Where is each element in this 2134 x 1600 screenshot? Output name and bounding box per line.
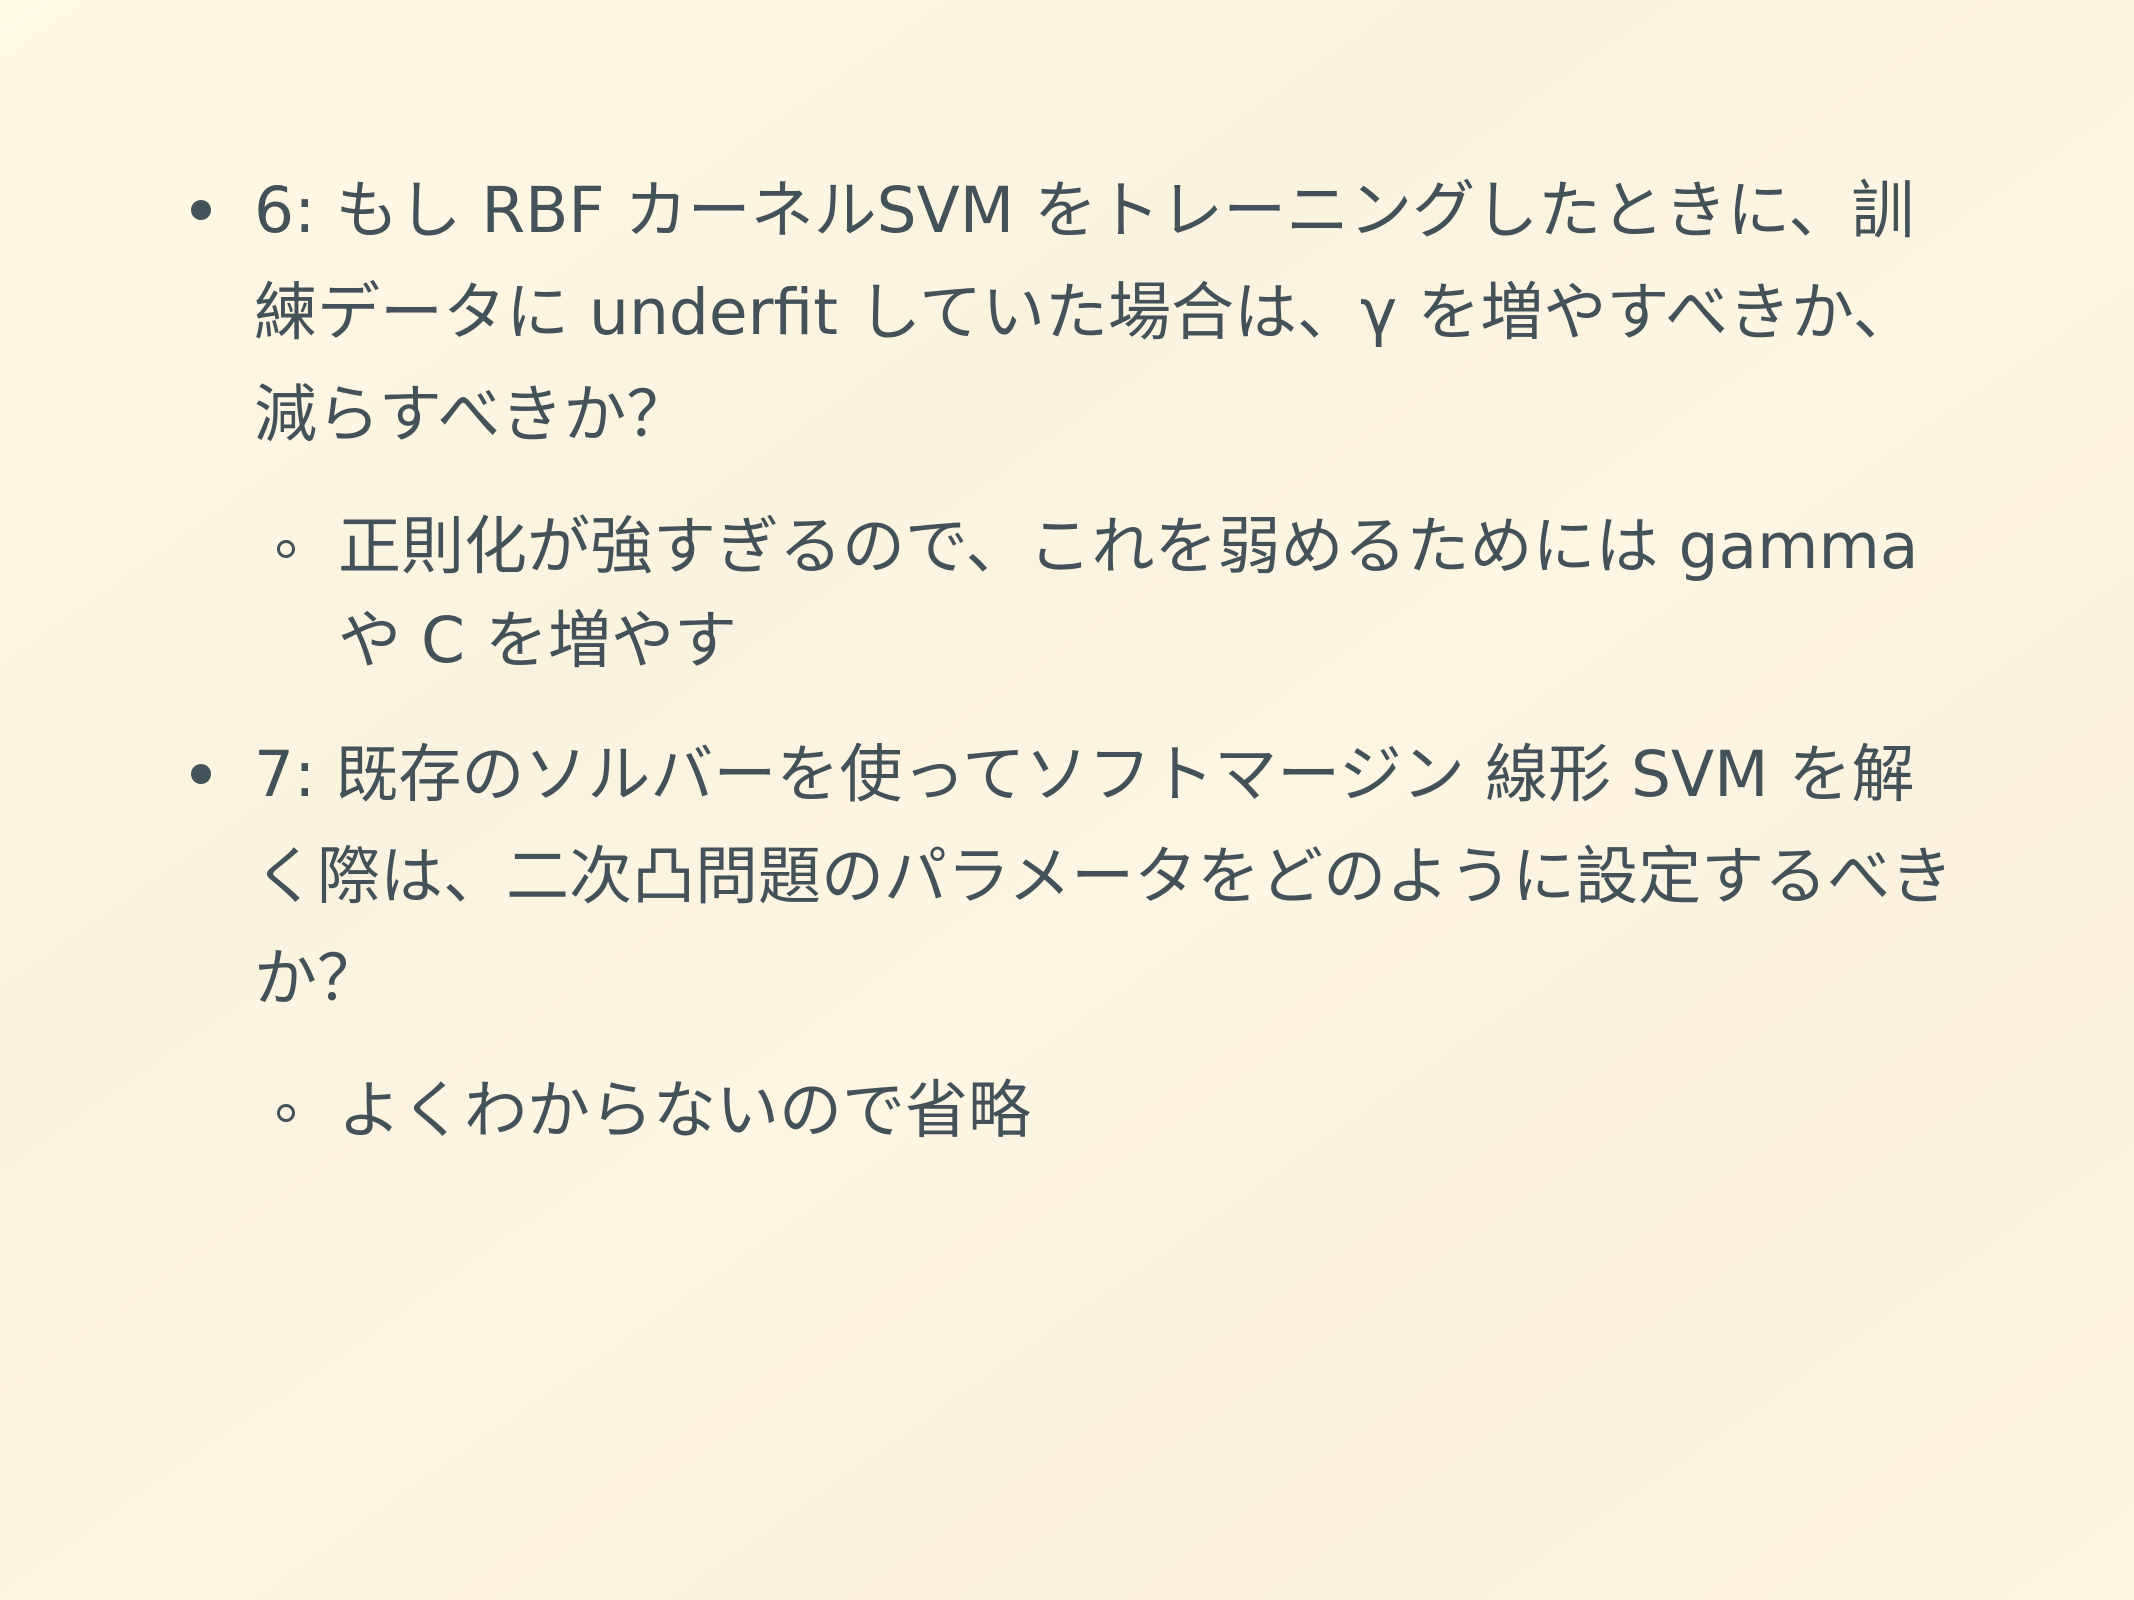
answer-text: よくわからないので省略: [338, 1074, 1031, 1147]
question-item-6: 6: もし RBF カーネルSVM をトレーニングしたときに、訓練データに un…: [186, 160, 1976, 688]
bullet-dot-icon: [191, 764, 211, 784]
answer-list: 正則化が強すぎるので、これを弱めるためには gamma や C を増やす: [254, 500, 1976, 688]
question-list: 6: もし RBF カーネルSVM をトレーニングしたときに、訓練データに un…: [186, 160, 1976, 1194]
answer-item: よくわからないので省略: [254, 1064, 1976, 1158]
answer-item: 正則化が強すぎるので、これを弱めるためには gamma や C を増やす: [254, 500, 1976, 688]
question-text: 7: 既存のソルバーを使ってソフトマージン 線形 SVM を解く際は、二次凸問題…: [254, 738, 1954, 1015]
bullet-dot-icon: [191, 200, 211, 220]
question-item-7: 7: 既存のソルバーを使ってソフトマージン 線形 SVM を解く際は、二次凸問題…: [186, 724, 1976, 1158]
bullet-circle-icon: [277, 540, 295, 558]
slide: 6: もし RBF カーネルSVM をトレーニングしたときに、訓練データに un…: [0, 0, 2134, 1600]
question-text: 6: もし RBF カーネルSVM をトレーニングしたときに、訓練データに un…: [254, 174, 1916, 451]
answer-text: 正則化が強すぎるので、これを弱めるためには gamma や C を増やす: [338, 510, 1919, 677]
bullet-circle-icon: [277, 1104, 295, 1122]
answer-list: よくわからないので省略: [254, 1064, 1976, 1158]
